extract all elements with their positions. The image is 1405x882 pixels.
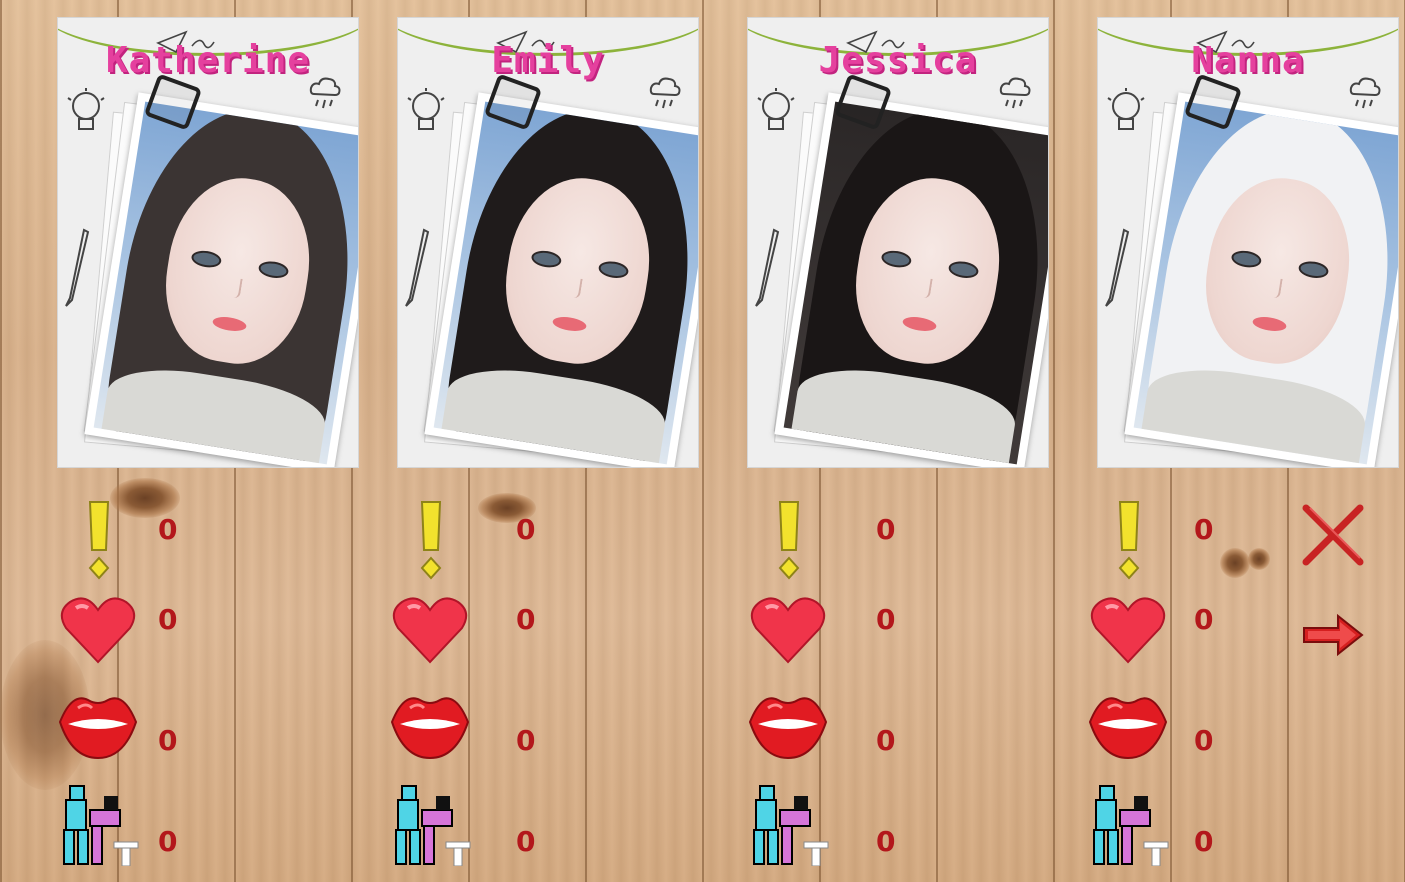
exclamation-icon bbox=[82, 500, 116, 580]
eye bbox=[947, 259, 980, 280]
kiss-value: 0 bbox=[1194, 724, 1214, 757]
eye bbox=[190, 248, 223, 270]
couple-icon bbox=[60, 782, 140, 867]
character-card[interactable]: Katherine bbox=[58, 18, 358, 467]
pencil-icon bbox=[402, 228, 432, 312]
wood-knot bbox=[1220, 548, 1250, 578]
mouth bbox=[211, 314, 248, 334]
next-button[interactable] bbox=[1300, 612, 1366, 658]
kiss-value: 0 bbox=[516, 724, 536, 757]
cloud-icon bbox=[1348, 76, 1382, 116]
lightbulb-icon bbox=[1106, 88, 1146, 148]
couple-icon bbox=[750, 782, 830, 867]
alert-value: 0 bbox=[1194, 513, 1214, 546]
kiss-value: 0 bbox=[876, 724, 896, 757]
arrow-right-icon bbox=[1303, 613, 1364, 657]
pencil-icon bbox=[1102, 228, 1132, 312]
wood-knot bbox=[110, 478, 180, 518]
eye bbox=[1297, 259, 1330, 280]
alert-value: 0 bbox=[158, 513, 178, 546]
character-card[interactable]: Jessica bbox=[748, 18, 1048, 467]
eye bbox=[880, 248, 913, 270]
character-name: Katherine bbox=[105, 40, 311, 81]
pencil-icon bbox=[752, 228, 782, 312]
couple-icon bbox=[1090, 782, 1170, 867]
exclamation-icon bbox=[414, 500, 448, 580]
heart-icon bbox=[60, 594, 136, 666]
lips-icon bbox=[748, 688, 828, 762]
alert-value: 0 bbox=[516, 513, 536, 546]
close-x-icon bbox=[1302, 504, 1364, 566]
heart-icon bbox=[392, 594, 468, 666]
character-name: Jessica bbox=[818, 40, 978, 81]
exclamation-icon bbox=[772, 500, 806, 580]
eye bbox=[257, 259, 290, 280]
mouth bbox=[551, 314, 588, 334]
close-button[interactable] bbox=[1300, 502, 1366, 568]
lips-icon bbox=[1088, 688, 1168, 762]
character-card[interactable]: Emily bbox=[398, 18, 698, 467]
lightbulb-icon bbox=[756, 88, 796, 148]
character-card[interactable]: Nanna bbox=[1098, 18, 1398, 467]
couple-icon bbox=[392, 782, 472, 867]
love-value: 0 bbox=[516, 603, 536, 636]
eye bbox=[1230, 248, 1263, 270]
pencil-icon bbox=[62, 228, 92, 312]
cloud-icon bbox=[998, 76, 1032, 116]
character-name: Emily bbox=[491, 40, 605, 81]
love-value: 0 bbox=[876, 603, 896, 636]
lips-icon bbox=[58, 688, 138, 762]
lightbulb-icon bbox=[66, 88, 106, 148]
cloud-icon bbox=[308, 76, 342, 116]
mouth bbox=[1251, 314, 1288, 334]
wood-knot bbox=[1248, 548, 1270, 570]
heart-icon bbox=[750, 594, 826, 666]
heart-icon bbox=[1090, 594, 1166, 666]
character-name: Nanna bbox=[1191, 40, 1305, 81]
sex-value: 0 bbox=[876, 825, 896, 858]
love-value: 0 bbox=[158, 603, 178, 636]
eye bbox=[530, 248, 563, 270]
cloud-icon bbox=[648, 76, 682, 116]
kiss-value: 0 bbox=[158, 724, 178, 757]
lightbulb-icon bbox=[406, 88, 446, 148]
sex-value: 0 bbox=[1194, 825, 1214, 858]
exclamation-icon bbox=[1112, 500, 1146, 580]
lips-icon bbox=[390, 688, 470, 762]
mouth bbox=[901, 314, 938, 334]
sex-value: 0 bbox=[158, 825, 178, 858]
love-value: 0 bbox=[1194, 603, 1214, 636]
sex-value: 0 bbox=[516, 825, 536, 858]
alert-value: 0 bbox=[876, 513, 896, 546]
eye bbox=[597, 259, 630, 280]
